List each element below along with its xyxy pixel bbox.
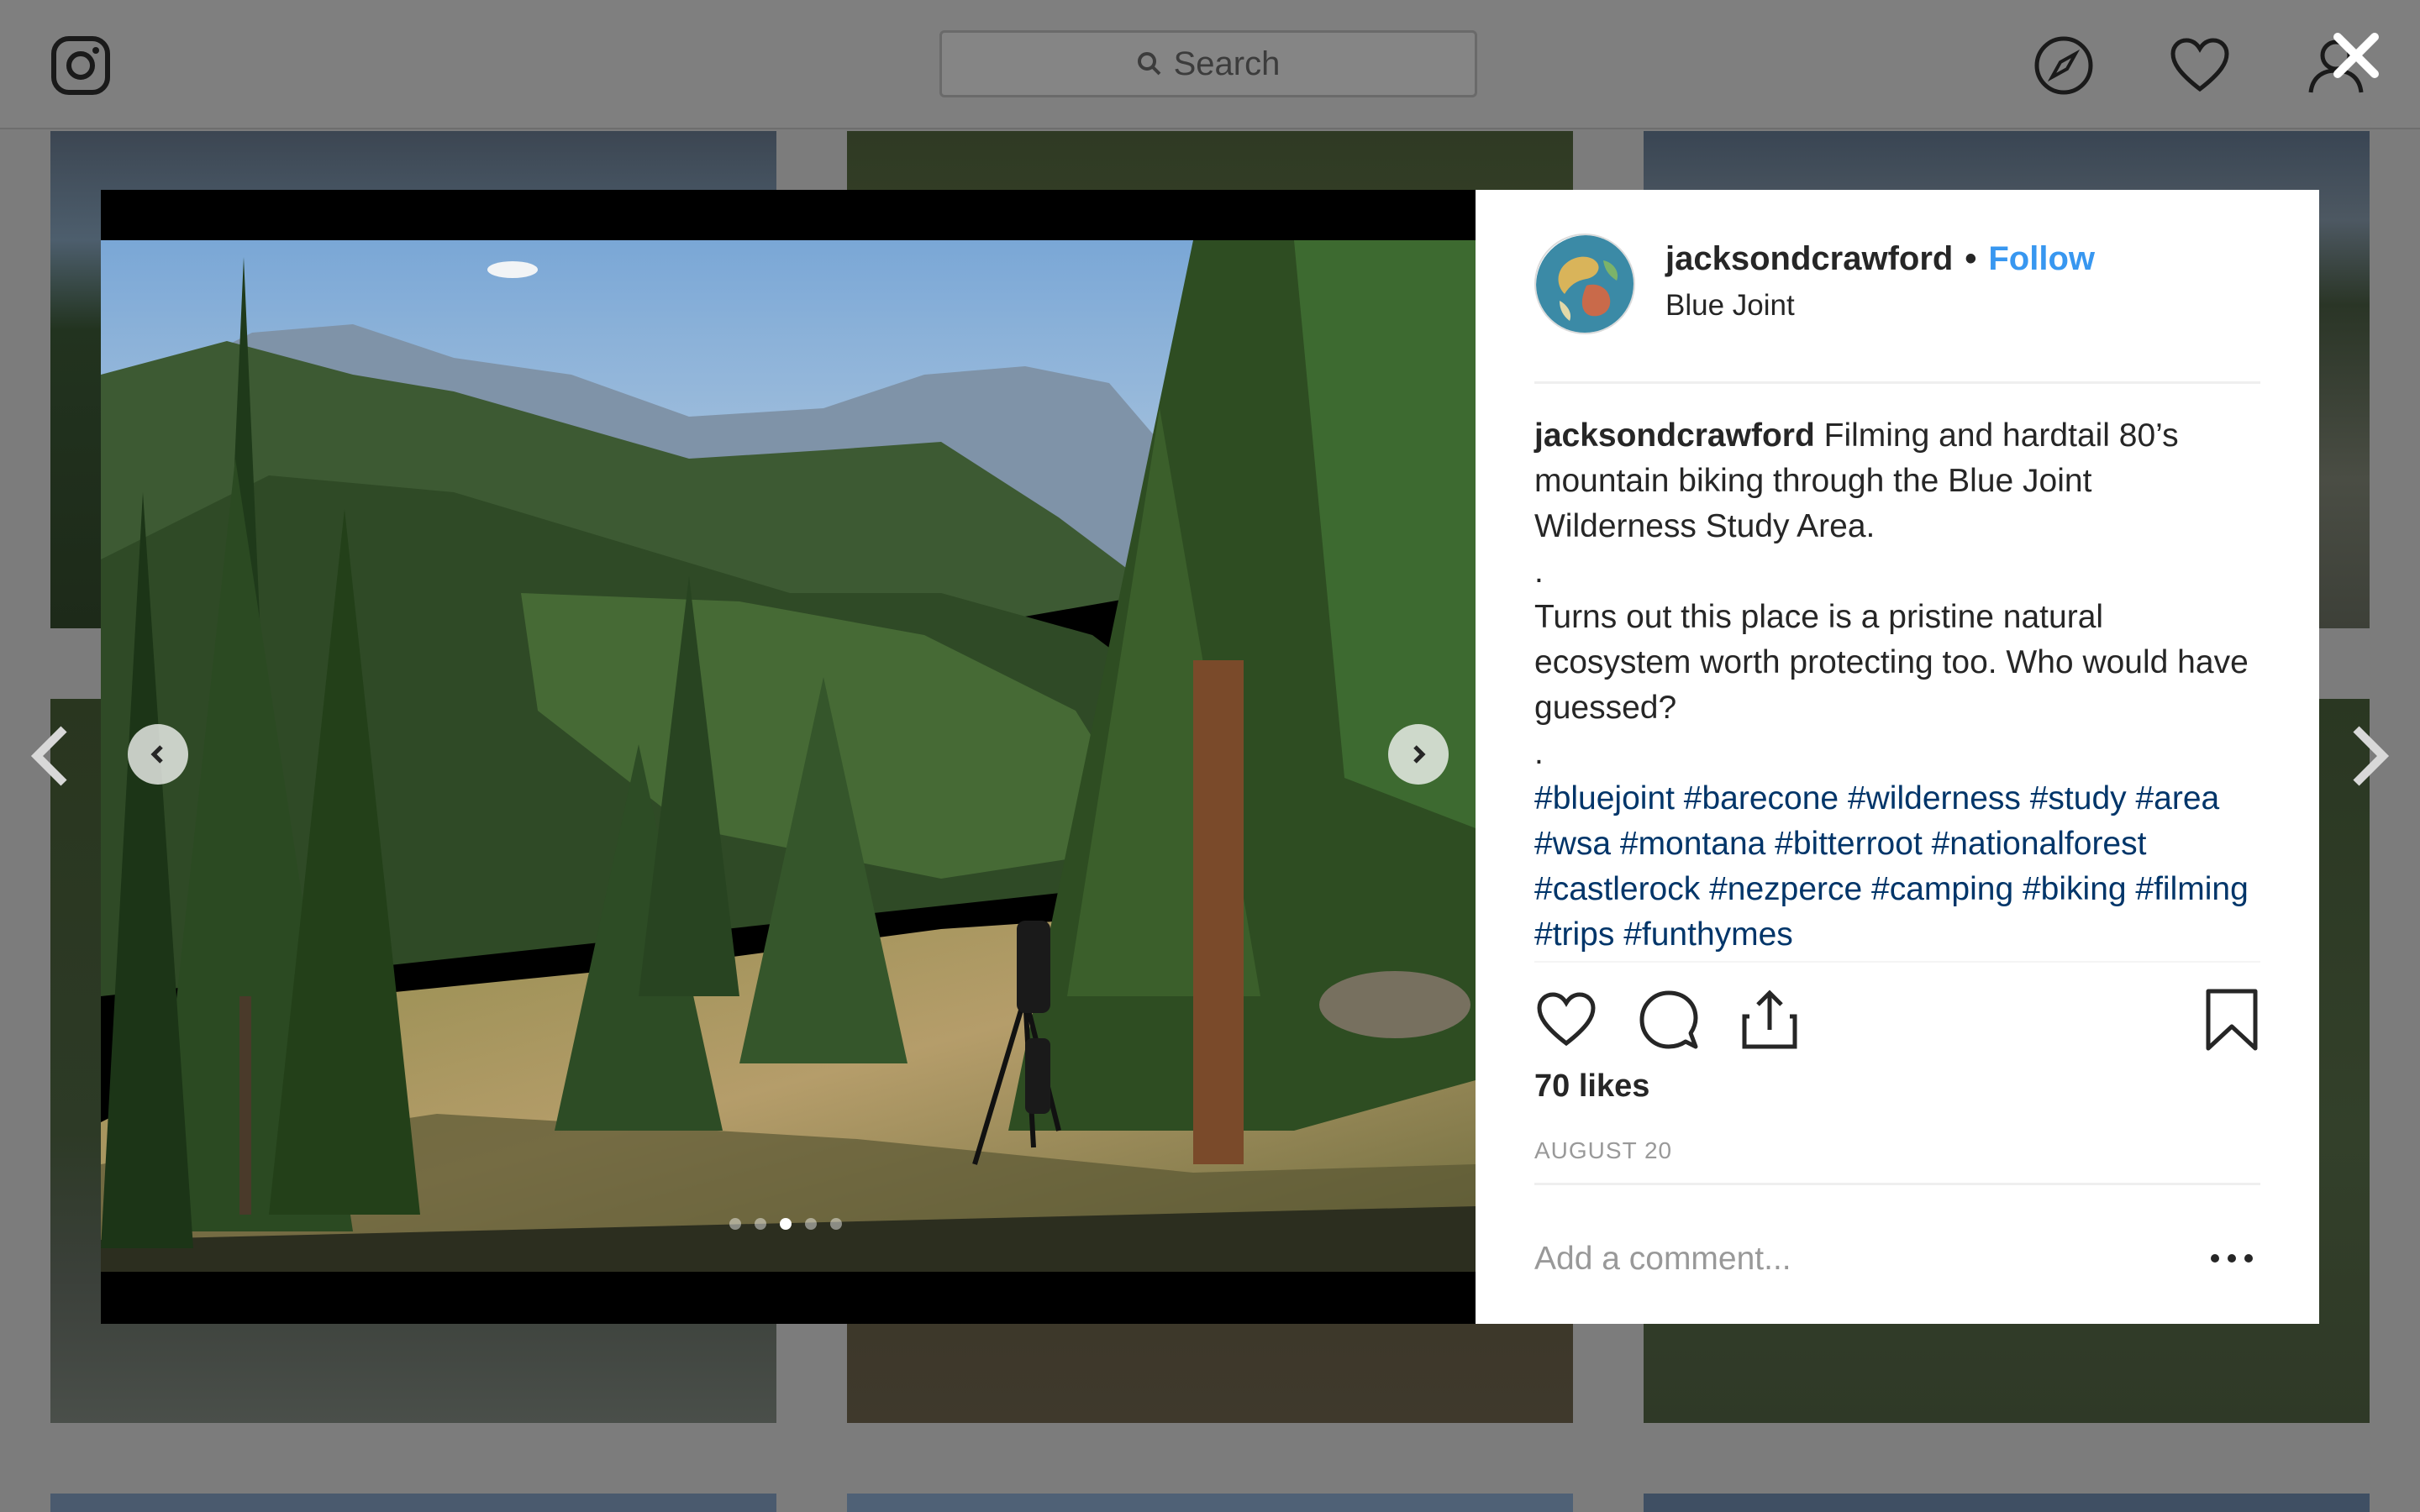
location-link[interactable]: Blue Joint bbox=[1665, 289, 1795, 323]
add-comment-input[interactable] bbox=[1534, 1230, 2173, 1289]
carousel-next-button[interactable] bbox=[1388, 724, 1449, 785]
username-link[interactable]: jacksondcrawford bbox=[1665, 240, 1953, 278]
divider bbox=[1534, 1183, 2260, 1185]
follow-button[interactable]: Follow bbox=[1988, 240, 2095, 278]
caption-author-link[interactable]: jacksondcrawford bbox=[1534, 417, 1815, 454]
grid-thumbnail[interactable] bbox=[847, 1494, 1573, 1512]
like-heart-icon[interactable] bbox=[1534, 988, 1598, 1052]
compass-icon[interactable] bbox=[2033, 35, 2094, 96]
more-options-icon[interactable] bbox=[2207, 1242, 2257, 1275]
chevron-left-icon bbox=[150, 745, 163, 764]
grid-thumbnail[interactable] bbox=[1644, 1494, 2370, 1512]
post-caption: jacksondcrawford Filming and hardtail 80… bbox=[1534, 413, 2260, 958]
post-date[interactable]: AUGUST 20 bbox=[1534, 1137, 1672, 1164]
avatar[interactable] bbox=[1534, 234, 1635, 334]
heart-icon[interactable] bbox=[2170, 35, 2230, 96]
top-navigation: Search bbox=[0, 0, 2420, 129]
bookmark-save-icon[interactable] bbox=[2200, 988, 2264, 1052]
post-modal: jacksondcrawford • Follow Blue Joint jac… bbox=[101, 190, 2319, 1324]
post-actions bbox=[1534, 988, 2265, 1055]
caption-dot: . bbox=[1534, 554, 1544, 590]
carousel-dot bbox=[755, 1218, 766, 1230]
comment-bubble-icon[interactable] bbox=[1637, 988, 1701, 1052]
search-placeholder: Search bbox=[1173, 45, 1281, 82]
likes-count[interactable]: 70 likes bbox=[1534, 1068, 1649, 1105]
post-details-panel: jacksondcrawford • Follow Blue Joint jac… bbox=[1476, 190, 2319, 1324]
carousel-indicator bbox=[729, 1218, 842, 1230]
next-post-arrow-icon[interactable] bbox=[2344, 722, 2395, 790]
chevron-right-icon bbox=[1413, 745, 1426, 764]
post-media bbox=[101, 190, 1476, 1324]
previous-post-arrow-icon[interactable] bbox=[25, 722, 76, 790]
close-icon[interactable] bbox=[2329, 29, 2383, 82]
share-icon[interactable] bbox=[1738, 988, 1802, 1052]
instagram-logo-icon[interactable] bbox=[50, 35, 111, 96]
caption-dot: . bbox=[1534, 735, 1544, 771]
post-photo[interactable] bbox=[101, 240, 1476, 1272]
separator-dot: • bbox=[1965, 240, 1977, 277]
avatar-globe-image bbox=[1536, 235, 1634, 333]
search-box[interactable]: Search bbox=[939, 30, 1477, 97]
grid-thumbnail[interactable] bbox=[50, 1494, 776, 1512]
landscape-photo bbox=[101, 240, 1476, 1272]
carousel-prev-button[interactable] bbox=[128, 724, 188, 785]
carousel-dot bbox=[729, 1218, 741, 1230]
carousel-dot bbox=[830, 1218, 842, 1230]
search-icon bbox=[1137, 52, 1161, 76]
carousel-dot bbox=[805, 1218, 817, 1230]
carousel-dot bbox=[780, 1218, 792, 1230]
caption-hashtags[interactable]: #bluejoint #barecone #wilderness #study … bbox=[1534, 776, 2260, 958]
caption-text: Turns out this place is a pristine natur… bbox=[1534, 599, 2249, 726]
post-header: jacksondcrawford • Follow bbox=[1665, 240, 2095, 278]
divider bbox=[1534, 961, 2260, 963]
divider bbox=[1534, 381, 2260, 384]
